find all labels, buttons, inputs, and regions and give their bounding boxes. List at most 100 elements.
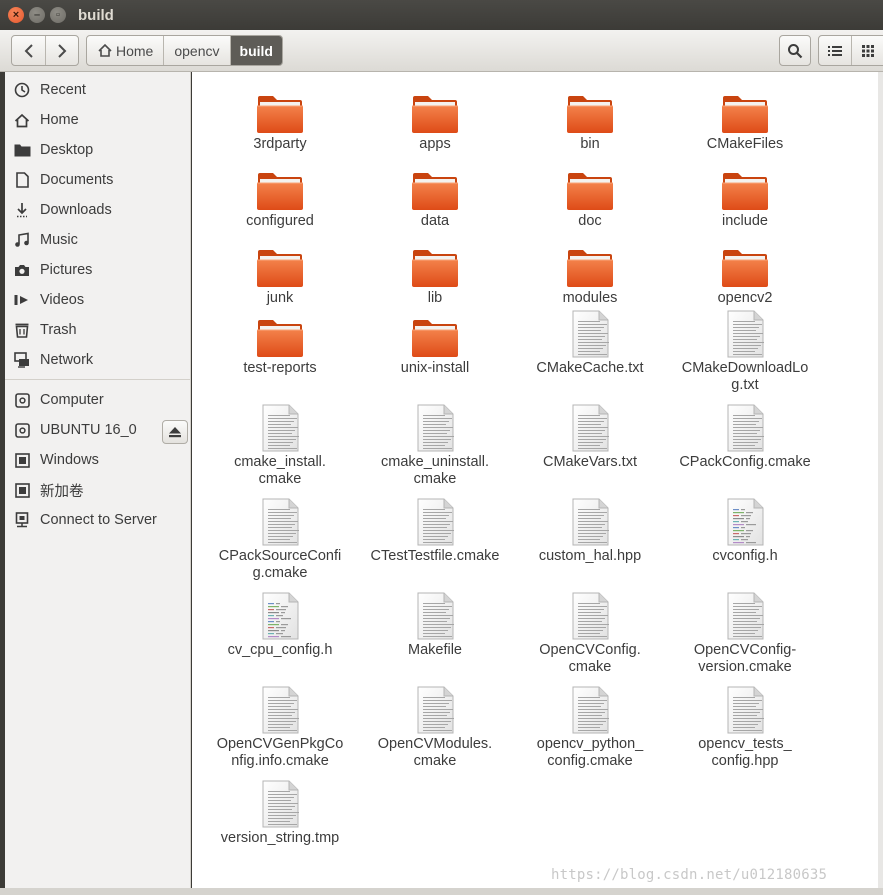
breadcrumb-home[interactable]: Home xyxy=(87,36,163,65)
sidebar: Recent Home Desktop Documents Downloads … xyxy=(5,72,191,895)
file-item[interactable]: cmake_uninstall. cmake xyxy=(360,404,510,488)
window-title: build xyxy=(78,6,114,24)
chip-icon xyxy=(13,451,31,469)
file-name: OpenCVConfig. cmake xyxy=(539,642,641,675)
sidebar-item-music[interactable]: Music xyxy=(5,225,191,255)
file-name: cmake_uninstall. cmake xyxy=(381,454,489,487)
folder-icon xyxy=(566,163,614,211)
close-window-button[interactable]: × xyxy=(8,7,24,23)
sidebar-item-label: Windows xyxy=(40,452,99,468)
sidebar-item-label: Desktop xyxy=(40,142,94,158)
folder-item[interactable]: CMakeFiles xyxy=(670,86,820,153)
file-item[interactable]: cvconfig.h xyxy=(670,498,820,565)
breadcrumb-opencv[interactable]: opencv xyxy=(163,36,229,65)
file-item[interactable]: OpenCVModules. cmake xyxy=(360,686,510,770)
clock-icon xyxy=(13,81,31,99)
file-name: CPackConfig.cmake xyxy=(679,454,811,470)
sidebar-item-label: 新加卷 xyxy=(40,483,84,500)
sidebar-item-volume[interactable]: 新加卷 xyxy=(5,475,191,505)
file-item[interactable]: CTestTestfile.cmake xyxy=(360,498,510,565)
back-button[interactable] xyxy=(12,36,45,65)
sidebar-item-label: Home xyxy=(40,112,79,128)
file-item[interactable]: Makefile xyxy=(360,592,510,659)
music-icon xyxy=(13,231,31,249)
sidebar-item-label: Documents xyxy=(40,172,114,188)
folder-item[interactable]: configured xyxy=(205,163,355,230)
folder-item[interactable]: 3rdparty xyxy=(205,86,355,153)
maximize-window-button[interactable]: ▫ xyxy=(50,7,66,23)
folder-item[interactable]: junk xyxy=(205,240,355,307)
title-bar: × – ▫ build xyxy=(0,0,883,30)
sidebar-item-windows[interactable]: Windows xyxy=(5,445,191,475)
text-file-icon xyxy=(566,592,614,640)
file-name: 3rdparty xyxy=(253,136,307,152)
file-item[interactable]: opencv_tests_ config.hpp xyxy=(670,686,820,770)
file-item[interactable]: OpenCVConfig. cmake xyxy=(515,592,665,676)
sidebar-item-videos[interactable]: Videos xyxy=(5,285,191,315)
file-name: CMakeDownloadLo g.txt xyxy=(681,360,809,393)
sidebar-item-desktop[interactable]: Desktop xyxy=(5,135,191,165)
folder-item[interactable]: modules xyxy=(515,240,665,307)
folder-icon xyxy=(13,141,31,159)
sidebar-item-computer[interactable]: Computer xyxy=(5,385,191,415)
search-button[interactable] xyxy=(779,35,811,66)
breadcrumb-build[interactable]: build xyxy=(229,36,282,65)
file-item[interactable]: cv_cpu_config.h xyxy=(205,592,355,659)
file-name: cvconfig.h xyxy=(712,548,778,564)
sidebar-item-downloads[interactable]: Downloads xyxy=(5,195,191,225)
chevron-right-icon xyxy=(58,43,67,58)
file-name: configured xyxy=(246,213,314,229)
file-item[interactable]: cmake_install. cmake xyxy=(205,404,355,488)
file-item[interactable]: CMakeDownloadLo g.txt xyxy=(670,310,820,394)
trash-icon xyxy=(13,321,31,339)
sidebar-item-trash[interactable]: Trash xyxy=(5,315,191,345)
file-name: CPackSourceConfi g.cmake xyxy=(218,548,342,581)
folder-item[interactable]: opencv2 xyxy=(670,240,820,307)
folder-item[interactable]: data xyxy=(360,163,510,230)
sidebar-item-recent[interactable]: Recent xyxy=(5,75,191,105)
file-name: custom_hal.hpp xyxy=(538,548,642,564)
grid-view-button[interactable] xyxy=(851,36,883,65)
file-item[interactable]: opencv_python_ config.cmake xyxy=(515,686,665,770)
file-item[interactable]: CMakeCache.txt xyxy=(515,310,665,377)
file-item[interactable]: version_string.tmp xyxy=(205,780,355,847)
file-name: opencv_python_ config.cmake xyxy=(536,736,644,769)
forward-button[interactable] xyxy=(45,36,78,65)
file-name: modules xyxy=(562,290,618,306)
folder-item[interactable]: apps xyxy=(360,86,510,153)
folder-item[interactable]: unix-install xyxy=(360,310,510,377)
folder-item[interactable]: doc xyxy=(515,163,665,230)
file-item[interactable]: custom_hal.hpp xyxy=(515,498,665,565)
text-file-icon xyxy=(721,592,769,640)
folder-item[interactable]: include xyxy=(670,163,820,230)
folder-item[interactable]: test-reports xyxy=(205,310,355,377)
file-name: cv_cpu_config.h xyxy=(227,642,333,658)
file-item[interactable]: OpenCVGenPkgCo nfig.info.cmake xyxy=(205,686,355,770)
folder-icon xyxy=(411,240,459,288)
watermark: https://blog.csdn.net/u012180635 xyxy=(551,867,828,883)
sidebar-item-label: Recent xyxy=(40,82,86,98)
file-item[interactable]: OpenCVConfig- version.cmake xyxy=(670,592,820,676)
sidebar-item-pictures[interactable]: Pictures xyxy=(5,255,191,285)
text-file-icon xyxy=(721,404,769,452)
file-name: data xyxy=(420,213,450,229)
eject-icon xyxy=(169,427,181,438)
file-name: OpenCVModules. cmake xyxy=(377,736,493,769)
folder-item[interactable]: lib xyxy=(360,240,510,307)
sidebar-item-documents[interactable]: Documents xyxy=(5,165,191,195)
eject-button[interactable] xyxy=(162,420,188,444)
file-item[interactable]: CMakeVars.txt xyxy=(515,404,665,471)
minimize-window-button[interactable]: – xyxy=(29,7,45,23)
file-item[interactable]: CPackSourceConfi g.cmake xyxy=(205,498,355,582)
list-icon xyxy=(828,45,842,56)
grid-icon xyxy=(861,44,874,57)
text-file-icon xyxy=(411,404,459,452)
file-name: OpenCVGenPkgCo nfig.info.cmake xyxy=(216,736,344,769)
file-name: doc xyxy=(578,213,602,229)
folder-item[interactable]: bin xyxy=(515,86,665,153)
file-item[interactable]: CPackConfig.cmake xyxy=(670,404,820,471)
list-view-button[interactable] xyxy=(819,36,851,65)
sidebar-item-connect-to-server[interactable]: Connect to Server xyxy=(5,505,191,535)
sidebar-item-network[interactable]: Network xyxy=(5,345,191,375)
sidebar-item-home[interactable]: Home xyxy=(5,105,191,135)
